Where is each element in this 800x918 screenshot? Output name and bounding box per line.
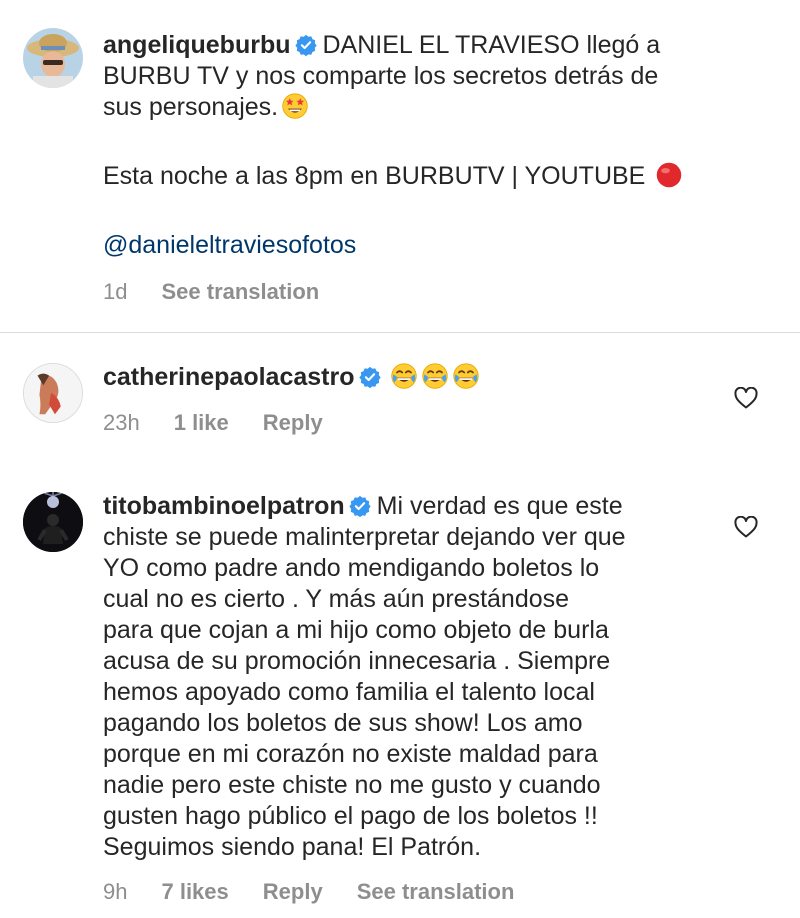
verified-badge-icon xyxy=(358,366,381,388)
avatar[interactable] xyxy=(23,28,83,88)
like-heart-icon[interactable] xyxy=(734,516,758,538)
star-struck-emoji-icon xyxy=(281,92,309,120)
comment-body-line: Esta noche a las 8pm en BURBUTV | YOUTUB… xyxy=(103,162,646,190)
comment-text: angeliqueburbu DANIEL EL TRAVIESO llegó a… xyxy=(103,30,660,123)
see-translation-button[interactable]: See translation xyxy=(161,279,319,305)
see-translation-button[interactable]: See translation xyxy=(357,879,515,905)
comment-text: titobambinoelpatron Mi verdad es que este… xyxy=(103,491,626,863)
username[interactable]: catherinepaolacastro xyxy=(103,363,355,391)
username[interactable]: titobambinoelpatron xyxy=(103,492,345,520)
comment-body: BURBU TV y nos comparte los secretos det… xyxy=(103,62,659,121)
divider xyxy=(0,332,800,333)
comment-body: chiste se puede malinterpretar dejando v… xyxy=(103,523,626,861)
red-circle-emoji-icon xyxy=(655,161,683,189)
mention-link[interactable]: @danieleltraviesofotos xyxy=(103,230,356,261)
comment-text: catherinepaolacastro xyxy=(103,362,480,393)
verified-badge-icon xyxy=(294,34,317,56)
avatar[interactable] xyxy=(23,363,83,423)
comment-time: 23h xyxy=(103,410,140,435)
comment-meta: 23h 1 like Reply xyxy=(103,410,359,436)
avatar[interactable] xyxy=(23,492,83,552)
like-heart-icon[interactable] xyxy=(734,387,758,409)
comment-meta: 9h 7 likes Reply See translation xyxy=(103,879,550,905)
comment-time: 9h xyxy=(103,879,128,904)
likes-count[interactable]: 7 likes xyxy=(161,879,228,905)
comment-body-start: Mi verdad es que este xyxy=(376,492,623,520)
comment-body-start: DANIEL EL TRAVIESO llegó a xyxy=(322,31,661,59)
joy-emoji-icon xyxy=(390,362,418,390)
comment-time: 1d xyxy=(103,279,128,304)
comment-text-line: Esta noche a las 8pm en BURBUTV | YOUTUB… xyxy=(103,161,683,192)
username[interactable]: angeliqueburbu xyxy=(103,31,291,59)
reply-button[interactable]: Reply xyxy=(263,879,323,905)
comment-meta: 1d See translation xyxy=(103,279,355,305)
joy-emoji-icon xyxy=(452,362,480,390)
joy-emoji-icon xyxy=(421,362,449,390)
likes-count[interactable]: 1 like xyxy=(174,410,229,436)
reply-button[interactable]: Reply xyxy=(263,410,323,436)
verified-badge-icon xyxy=(349,495,371,517)
